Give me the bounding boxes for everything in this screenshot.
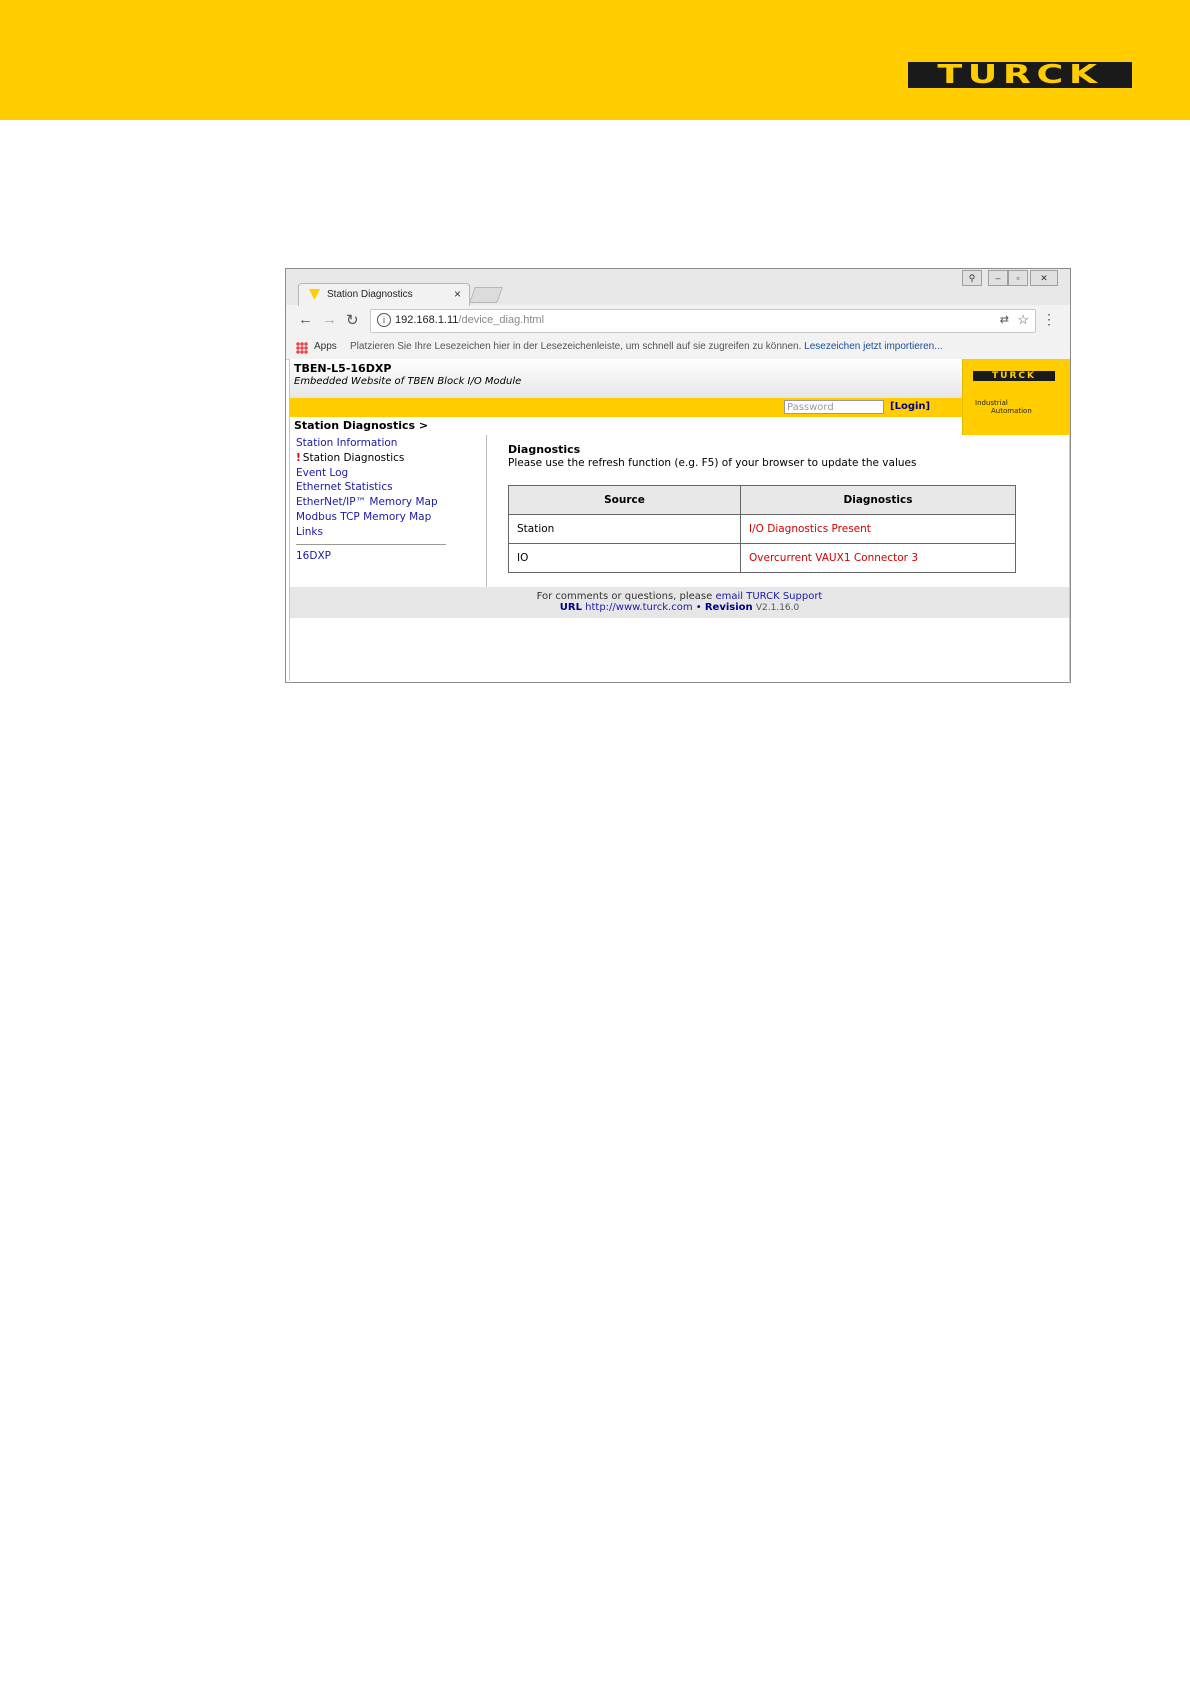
- password-input[interactable]: Password: [784, 400, 884, 414]
- apps-link[interactable]: Apps: [314, 341, 337, 352]
- sidebar-item-event-log[interactable]: Event Log: [296, 467, 348, 479]
- menu-icon[interactable]: ⋮: [1042, 311, 1056, 328]
- page-subtitle: Embedded Website of TBEN Block I/O Modul…: [294, 376, 522, 387]
- login-bar: Password [Login]: [290, 398, 1069, 417]
- maximize-icon[interactable]: ▫: [1008, 270, 1028, 286]
- revision-label: Revision: [704, 602, 753, 613]
- email-support-link[interactable]: email TURCK Support: [715, 591, 822, 602]
- sidebar-divider: [296, 544, 446, 545]
- source-cell: Station: [508, 514, 741, 544]
- tab-close-icon[interactable]: ×: [454, 287, 461, 301]
- url-path: /device_diag.html: [458, 314, 545, 326]
- warning-icon: !: [296, 452, 301, 464]
- turck-logo: TURCK: [908, 62, 1132, 88]
- url-host: 192.168.1.11: [395, 314, 459, 326]
- page-banner: TURCK: [0, 0, 1190, 120]
- column-header-diagnostics: Diagnostics: [740, 485, 1016, 515]
- column-header-source: Source: [508, 485, 741, 515]
- footer-comment-text: For comments or questions, please: [536, 591, 713, 602]
- favicon-icon: [309, 289, 320, 300]
- sidebar-item-modbus-tcp-memory-map[interactable]: Modbus TCP Memory Map: [296, 511, 431, 523]
- sidebar-item-station-information[interactable]: Station Information: [296, 437, 397, 449]
- back-icon[interactable]: ←: [298, 311, 313, 328]
- source-cell: IO: [508, 543, 741, 573]
- header-logo: TURCK Industrial Automation: [962, 359, 1070, 435]
- logo-wordmark: TURCK: [973, 371, 1055, 381]
- diagnostics-title: Diagnostics: [508, 443, 581, 456]
- new-tab-button[interactable]: [469, 287, 503, 303]
- tab-station-diagnostics[interactable]: Station Diagnostics ×: [298, 283, 470, 306]
- url-label: URL: [559, 602, 582, 613]
- reload-icon[interactable]: ↻: [346, 311, 359, 329]
- footer-separator: •: [695, 602, 702, 613]
- sidebar-item-label: Station Diagnostics: [302, 452, 405, 464]
- diagnostics-cell: Overcurrent VAUX1 Connector 3: [740, 543, 1016, 573]
- web-page: TBEN-L5-16DXP Embedded Website of TBEN B…: [289, 359, 1070, 681]
- page-header: TBEN-L5-16DXP Embedded Website of TBEN B…: [290, 359, 1069, 398]
- close-icon[interactable]: ✕: [1030, 270, 1058, 286]
- star-icon[interactable]: ☆: [1017, 312, 1029, 328]
- sidebar-nav: Station Information ! Station Diagnostics…: [290, 435, 487, 587]
- table-header-row: Source Diagnostics: [508, 485, 1016, 515]
- apps-icon[interactable]: [296, 342, 308, 354]
- forward-icon[interactable]: →: [322, 311, 337, 328]
- sidebar-item-station-diagnostics[interactable]: ! Station Diagnostics: [296, 452, 404, 464]
- info-icon[interactable]: i: [377, 313, 391, 327]
- device-name: TBEN-L5-16DXP: [294, 362, 392, 375]
- bookmarks-hint: Platzieren Sie Ihre Lesezeichen hier in …: [350, 341, 802, 352]
- logo-line-automation: Automation: [991, 407, 1032, 415]
- import-bookmarks-link[interactable]: Lesezeichen jetzt importieren...: [804, 341, 942, 352]
- address-bar[interactable]: i 192.168.1.11/device_diag.html ⇄ ☆: [370, 309, 1036, 333]
- page-footer: For comments or questions, please email …: [290, 587, 1069, 618]
- browser-window: Station Diagnostics × ⚲ – ▫ ✕ ← → ↻ i 19…: [285, 268, 1071, 683]
- table-row: Station I/O Diagnostics Present: [508, 514, 1016, 544]
- breadcrumb: Station Diagnostics >: [294, 419, 429, 432]
- tab-strip: Station Diagnostics × ⚲ – ▫ ✕: [286, 269, 1070, 306]
- translate-icon[interactable]: ⇄: [1000, 313, 1009, 326]
- revision-value: V2.1.16.0: [755, 603, 800, 613]
- sidebar-item-links[interactable]: Links: [296, 526, 323, 538]
- sidebar-item-ethernet-statistics[interactable]: Ethernet Statistics: [296, 481, 393, 493]
- sidebar-item-16dxp[interactable]: 16DXP: [296, 550, 331, 562]
- diagnostics-table: Source Diagnostics Station I/O Diagnosti…: [508, 485, 1016, 573]
- diagnostics-hint: Please use the refresh function (e.g. F5…: [508, 457, 917, 469]
- table-row: IO Overcurrent VAUX1 Connector 3: [508, 543, 1016, 573]
- login-button[interactable]: [Login]: [890, 401, 930, 412]
- sidebar-item-ethernet-ip-memory-map[interactable]: EtherNet/IP™ Memory Map: [296, 496, 438, 508]
- tab-title: Station Diagnostics: [327, 289, 413, 300]
- browser-chrome: Station Diagnostics × ⚲ – ▫ ✕ ← → ↻ i 19…: [286, 269, 1070, 360]
- logo-line-industrial: Industrial: [975, 399, 1008, 407]
- diagnostics-cell: I/O Diagnostics Present: [740, 514, 1016, 544]
- minimize-icon[interactable]: –: [988, 270, 1008, 286]
- user-icon[interactable]: ⚲: [962, 270, 982, 286]
- turck-website-link[interactable]: http://www.turck.com: [585, 602, 692, 613]
- bookmarks-bar: Apps Platzieren Sie Ihre Lesezeichen hie…: [286, 337, 1070, 357]
- toolbar: ← → ↻ i 192.168.1.11/device_diag.html ⇄ …: [286, 305, 1070, 335]
